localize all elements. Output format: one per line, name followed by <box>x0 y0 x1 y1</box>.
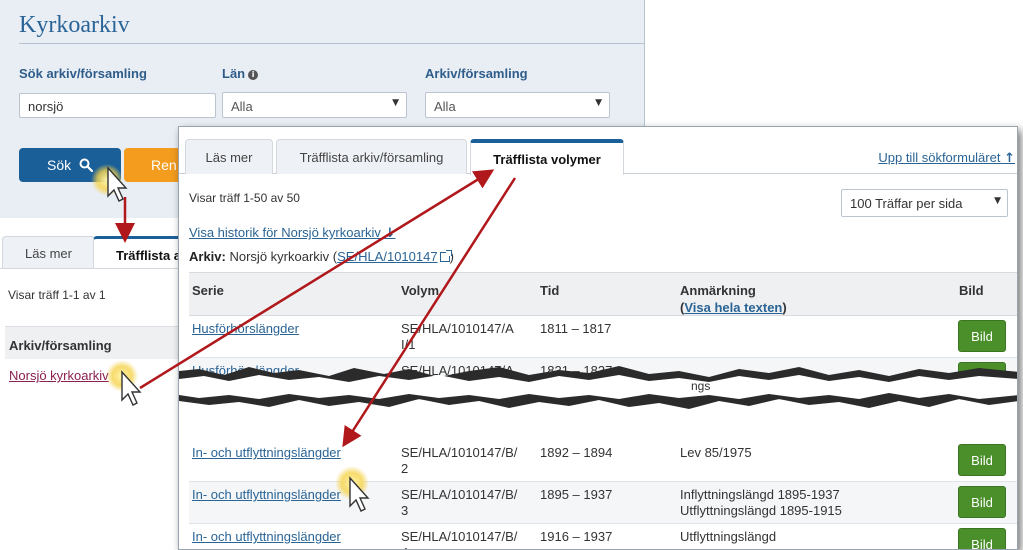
tab-bar: Läs mer Träfflista arkiv/församling Träf… <box>179 127 1017 175</box>
history-link-label: Visa historik för Norsjö kyrkoarkiv <box>189 225 381 240</box>
external-link-icon[interactable] <box>439 250 452 262</box>
volume-list-panel: Läs mer Träfflista arkiv/församling Träf… <box>178 126 1018 550</box>
page-title: Kyrkoarkiv <box>19 12 130 38</box>
lan-select[interactable]: Alla ▼ <box>222 92 407 118</box>
arkiv-reference-link[interactable]: SE/HLA/1010147 <box>337 249 437 264</box>
search-button[interactable]: Sök <box>19 148 121 182</box>
serie-link[interactable]: Husförhörslängder <box>192 321 299 337</box>
lan-field-label: Län i <box>222 66 259 81</box>
reset-button[interactable]: Ren <box>124 148 184 182</box>
up-link-label: Upp till sökformuläret <box>878 150 1001 165</box>
serie-link[interactable]: In- och utflyttningslängder <box>192 487 341 503</box>
chevron-down-icon: ▼ <box>595 98 602 108</box>
visa-close-paren: ) <box>782 300 787 315</box>
chevron-down-icon: ▼ <box>994 196 1001 206</box>
tid-cell: 1895 – 1937 <box>540 487 613 502</box>
arrow-up-icon: ↑ <box>1004 151 1015 166</box>
table-header: Serie Volym Tid Anmärkning (Visa hela te… <box>189 272 1017 316</box>
info-icon[interactable]: i <box>248 70 259 80</box>
tab-las-mer[interactable]: Läs mer <box>2 236 95 269</box>
table-row: Husförhörslängder SE/HLA/1010147/A I/1 1… <box>189 316 1017 358</box>
chevron-down-icon: ▼ <box>392 98 399 108</box>
search-field-label: Sök arkiv/församling <box>19 66 147 81</box>
arkiv-field-label: Arkiv/församling <box>425 66 528 81</box>
arkiv-label: Arkiv: <box>189 249 226 264</box>
tid-cell: 1811 – 1817 <box>540 321 612 336</box>
torn-fragment-text: ngs <box>691 379 710 393</box>
reset-button-label: Ren <box>151 157 177 173</box>
header-serie: Serie <box>192 283 224 298</box>
header-bild: Bild <box>959 283 984 298</box>
header-volym: Volym <box>401 283 440 298</box>
torn-edge-effect: ngs <box>179 366 1017 409</box>
arkiv-select-value: Alla <box>434 99 456 114</box>
search-icon <box>79 158 94 173</box>
lan-select-value: Alla <box>231 99 253 114</box>
anmarkning-cell: Lev 85/1975 <box>680 445 752 460</box>
bild-button[interactable]: Bild <box>958 486 1006 518</box>
search-input[interactable]: norsjö <box>19 93 216 118</box>
arkiv-info: Arkiv: Norsjö kyrkoarkiv (SE/HLA/1010147… <box>189 249 454 264</box>
table-row: In- och utflyttningslängder SE/HLA/10101… <box>189 524 1017 549</box>
serie-link[interactable]: In- och utflyttningslängder <box>192 529 341 545</box>
norsjo-kyrkoarkiv-link[interactable]: Norsjö kyrkoarkiv <box>9 368 109 383</box>
bild-button[interactable]: Bild <box>958 444 1006 476</box>
lan-label-text: Län <box>222 66 246 81</box>
volym-cell: SE/HLA/1010147/B/ 4 <box>401 529 518 549</box>
arrow-down-icon: ↓ <box>384 226 396 241</box>
per-page-value: 100 Träffar per sida <box>850 196 963 211</box>
volym-cell: SE/HLA/1010147/A I/1 <box>401 321 514 352</box>
arkiv-name: Norsjö kyrkoarkiv ( <box>229 249 338 264</box>
visa-hela-texten-link[interactable]: Visa hela texten <box>684 300 782 315</box>
title-divider <box>19 43 645 44</box>
bild-button[interactable]: Bild <box>958 320 1006 352</box>
tid-cell: 1916 – 1937 <box>540 529 613 544</box>
up-to-search-form-link[interactable]: Upp till sökformuläret ↑ <box>878 150 1015 166</box>
tid-cell: 1892 – 1894 <box>540 445 613 460</box>
history-link[interactable]: Visa historik för Norsjö kyrkoarkiv ↓ <box>189 225 395 241</box>
volym-cell: SE/HLA/1010147/B/ 3 <box>401 487 518 518</box>
serie-link[interactable]: In- och utflyttningslängder <box>192 445 341 461</box>
tab-las-mer[interactable]: Läs mer <box>185 139 273 174</box>
table-row: In- och utflyttningslängder SE/HLA/10101… <box>189 440 1017 482</box>
tab-trafflista-arkiv[interactable]: Träfflista arkiv/församling <box>276 139 467 174</box>
header-tid: Tid <box>540 283 560 298</box>
table-row: In- och utflyttningslängder SE/HLA/10101… <box>189 482 1017 524</box>
results-count: Visar träff 1-50 av 50 <box>189 191 300 205</box>
anmarkning-cell: Utflyttningslängd <box>680 529 777 544</box>
header-visa-hela-texten: (Visa hela texten) <box>680 300 787 315</box>
search-button-label: Sök <box>46 157 72 173</box>
volym-cell: SE/HLA/1010147/B/ 2 <box>401 445 518 476</box>
arkiv-select[interactable]: Alla ▼ <box>425 92 610 118</box>
header-anmarkning: Anmärkning <box>680 283 756 298</box>
results-count: Visar träff 1-1 av 1 <box>8 288 106 302</box>
per-page-select[interactable]: 100 Träffar per sida ▼ <box>841 189 1008 217</box>
screenshot-composite: Kyrkoarkiv Sök arkiv/församling Län i Ark… <box>0 0 1023 550</box>
tab-trafflista-volymer[interactable]: Träfflista volymer <box>470 139 624 175</box>
bild-button[interactable]: Bild <box>958 528 1006 549</box>
anmarkning-cell: Inflyttningslängd 1895-1937 Utflyttnings… <box>680 487 842 518</box>
